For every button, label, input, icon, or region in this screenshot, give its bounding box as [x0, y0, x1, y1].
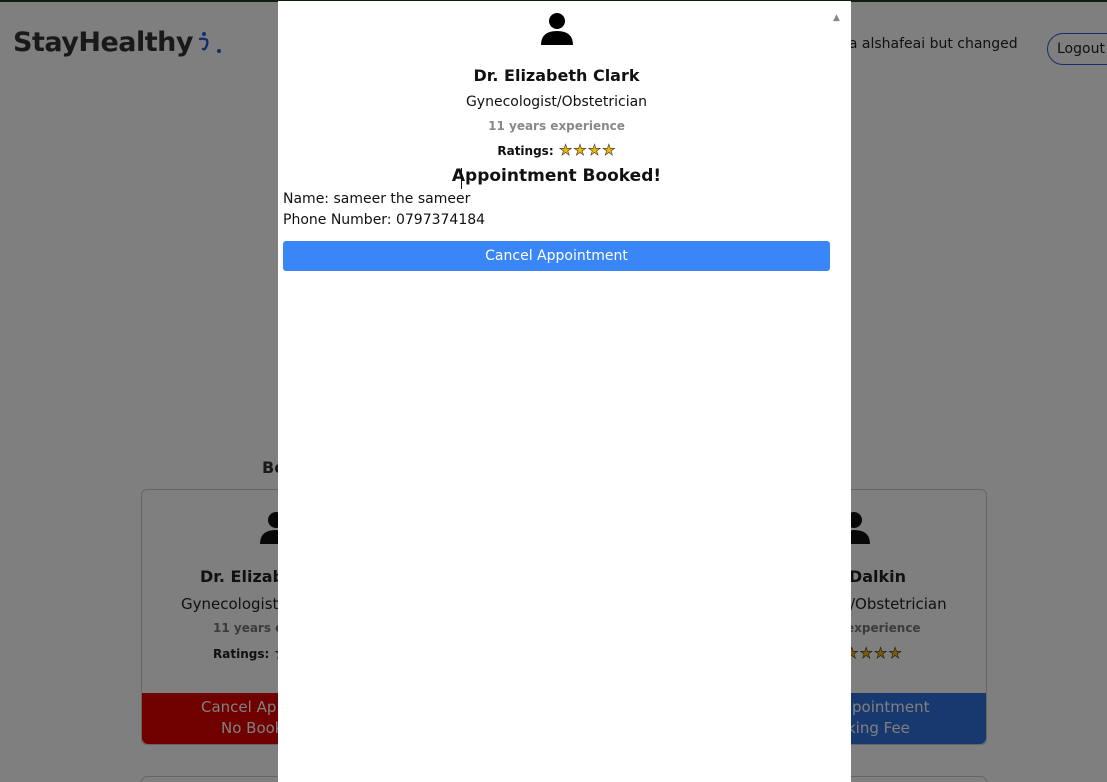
booked-title: Appointment Booked! [451, 166, 662, 186]
cancel-appointment-button[interactable]: Cancel Appointment [283, 241, 830, 271]
appointment-modal: ▲ Dr. Elizabeth Clark Gynecologist/Obste… [278, 1, 851, 782]
doctor-name: Dr. Elizabeth Clark [473, 66, 640, 85]
ratings-row: Ratings: ★★★★ [278, 141, 835, 160]
ratings-label: Ratings: [497, 144, 554, 158]
star-icon: ★ [573, 141, 587, 160]
scroll-up-arrow-icon[interactable]: ▲ [833, 13, 843, 23]
star-icon: ★ [602, 141, 616, 160]
star-icon: ★ [558, 141, 573, 160]
rating-stars: ★★★★ [558, 141, 616, 160]
text-cursor [461, 168, 462, 189]
person-icon [541, 13, 573, 45]
star-icon: ★ [587, 141, 602, 160]
doctor-experience: 11 years experience [488, 119, 625, 133]
patient-phone: Phone Number: 0797374184 [283, 212, 486, 228]
patient-name: Name: sameer the sameer [283, 191, 471, 207]
doctor-specialty: Gynecologist/Obstetrician [465, 94, 648, 110]
